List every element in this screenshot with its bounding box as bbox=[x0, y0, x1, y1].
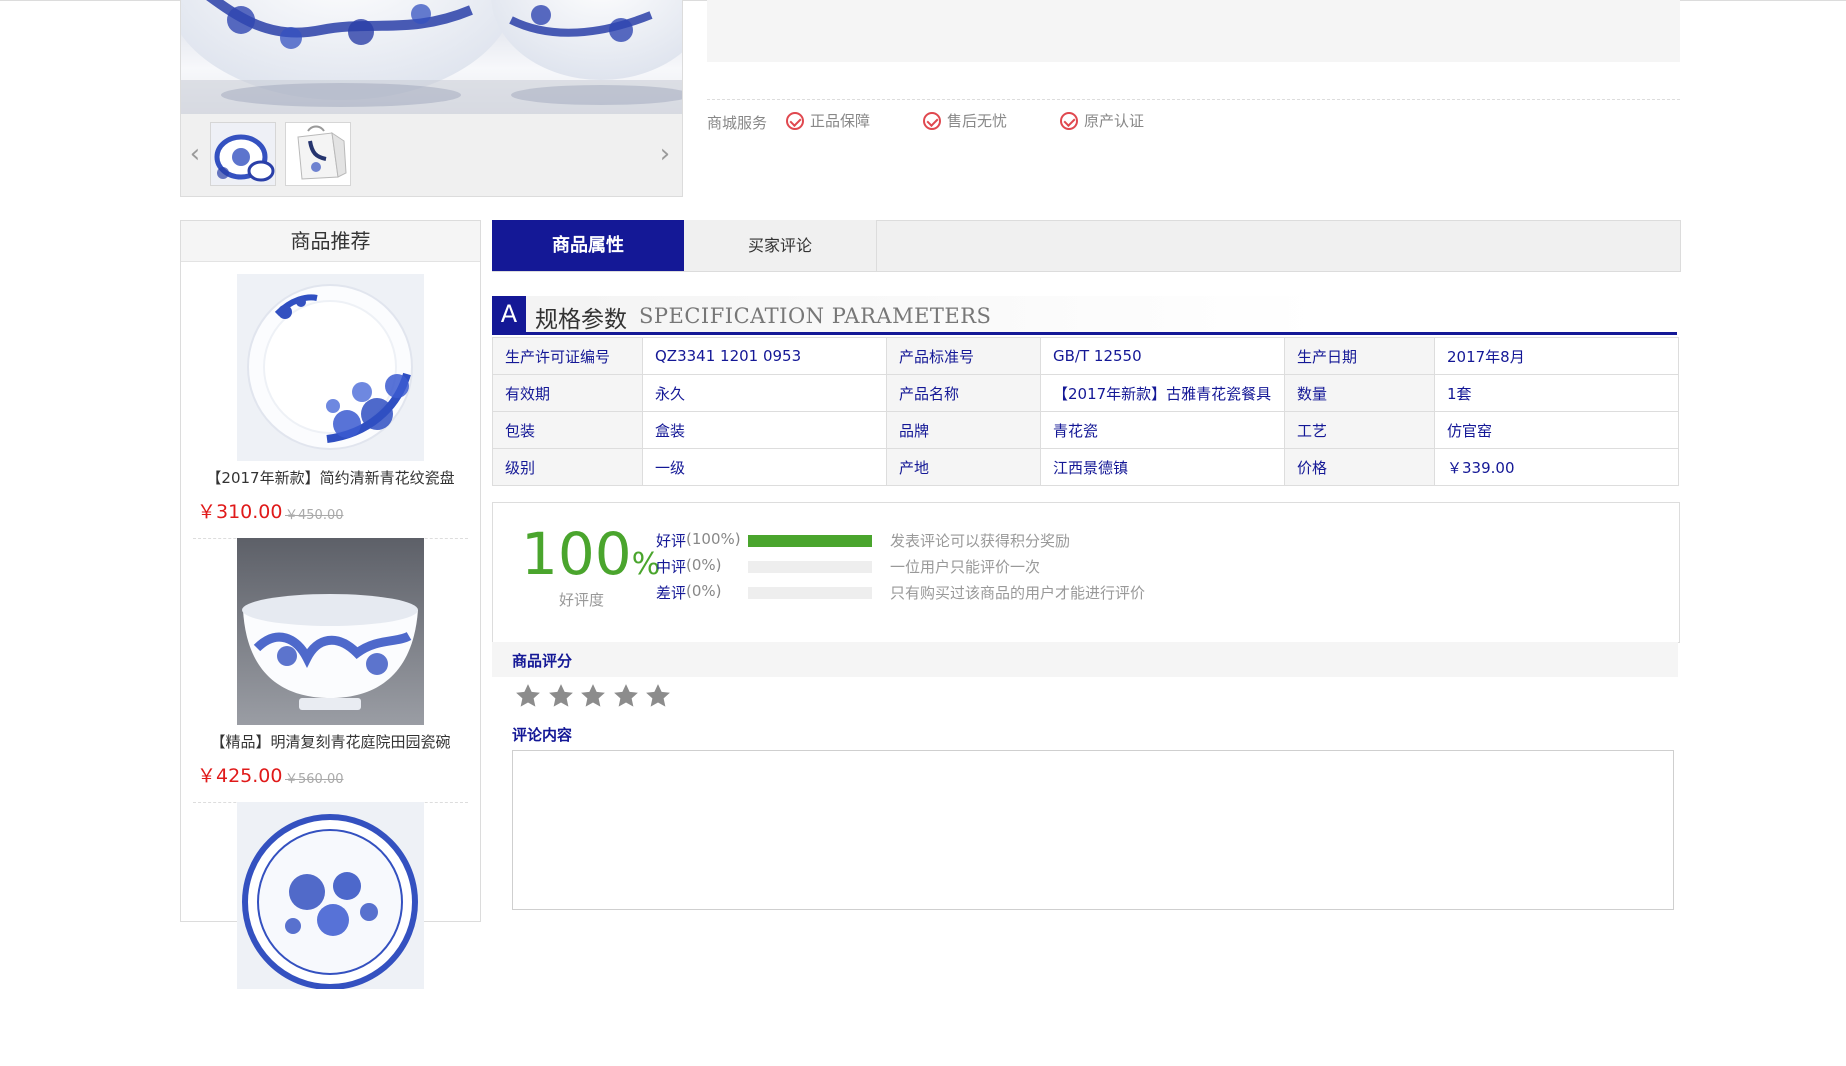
spec-key: 产地 bbox=[886, 448, 1041, 486]
check-circle-icon bbox=[923, 111, 941, 130]
star-icon[interactable] bbox=[513, 681, 545, 713]
product-name[interactable]: 【精品】明清复刻青花庭院田园瓷碗 bbox=[193, 731, 468, 752]
positive-rate: 100% bbox=[521, 520, 661, 588]
spec-value: QZ3341 1201 0953 bbox=[642, 337, 887, 375]
product-price: ￥425.00 bbox=[197, 765, 283, 787]
product-price: ￥310.00 bbox=[197, 501, 283, 523]
rating-tip: 一位用户只能评价一次 bbox=[890, 558, 1041, 576]
comment-textarea[interactable] bbox=[512, 750, 1674, 910]
tab-reviews[interactable]: 买家评论 bbox=[684, 220, 877, 271]
spec-key: 工艺 bbox=[1284, 411, 1435, 449]
spec-value: 【2017年新款】古雅青花瓷餐具 bbox=[1040, 374, 1285, 412]
score-section-header: 商品评分 bbox=[492, 642, 1678, 677]
spec-value: 青花瓷 bbox=[1040, 411, 1285, 449]
divider bbox=[707, 99, 1680, 100]
table-row: 级别 一级 产地 江西景德镇 价格 ￥339.00 bbox=[492, 448, 1679, 486]
spec-value: 2017年8月 bbox=[1434, 337, 1679, 375]
service-genuine: 正品保障 bbox=[786, 110, 870, 132]
spec-value: 永久 bbox=[642, 374, 887, 412]
spec-value: ￥339.00 bbox=[1434, 448, 1679, 486]
spec-title-en: SPECIFICATION PARAMETERS bbox=[639, 304, 992, 328]
check-circle-icon bbox=[786, 111, 804, 130]
spec-key: 价格 bbox=[1284, 448, 1435, 486]
thumbnail-strip: ‹ › bbox=[181, 114, 682, 196]
detail-tabs: 商品属性 买家评论 bbox=[492, 220, 1681, 272]
recommend-sidebar: 商品推荐 【2017年新款】简约清新青花纹瓷盘 ￥310.00 ￥450.00 bbox=[180, 220, 481, 989]
table-row: 包装 盒装 品牌 青花瓷 工艺 仿官窑 bbox=[492, 411, 1679, 449]
rating-summary: 100% 好评度 好评 (100%) 发表评论可以获得积分奖励 中评 (0%) … bbox=[492, 502, 1680, 643]
rating-bar bbox=[748, 561, 872, 573]
product-old-price: ￥450.00 bbox=[285, 508, 344, 523]
star-icon[interactable] bbox=[611, 681, 643, 713]
product-name[interactable]: 【2017年新款】简约清新青花纹瓷盘 bbox=[193, 467, 468, 488]
chevron-left-icon[interactable]: ‹ bbox=[185, 141, 205, 167]
product-image-plate[interactable] bbox=[237, 274, 424, 461]
rating-percent: (0%) bbox=[686, 556, 722, 574]
product-old-price: ￥560.00 bbox=[285, 772, 344, 787]
star-icon[interactable] bbox=[578, 681, 610, 713]
rating-bar bbox=[748, 587, 872, 599]
spec-key: 数量 bbox=[1284, 374, 1435, 412]
product-image-bowl[interactable] bbox=[237, 538, 424, 725]
spec-key: 品牌 bbox=[886, 411, 1041, 449]
rating-percent: (100%) bbox=[686, 530, 741, 548]
spec-value: 仿官窑 bbox=[1434, 411, 1679, 449]
spec-key: 包装 bbox=[492, 411, 643, 449]
thumbnail-2[interactable] bbox=[285, 122, 351, 186]
spec-key: 生产许可证编号 bbox=[492, 337, 643, 375]
spec-key: 产品名称 bbox=[886, 374, 1041, 412]
rating-percent: (0%) bbox=[686, 582, 722, 600]
rating-name: 好评 bbox=[656, 532, 687, 550]
rating-tip: 只有购买过该商品的用户才能进行评价 bbox=[890, 584, 1146, 602]
product-gallery: ‹ › bbox=[180, 0, 683, 197]
star-icon[interactable] bbox=[643, 681, 675, 713]
services-label: 商城服务 bbox=[707, 114, 768, 132]
rating-name: 中评 bbox=[656, 558, 687, 576]
spec-value: 盒装 bbox=[642, 411, 887, 449]
spec-value: 1套 bbox=[1434, 374, 1679, 412]
list-item[interactable] bbox=[193, 802, 468, 1066]
score-title: 商品评分 bbox=[512, 652, 573, 670]
table-row: 有效期 永久 产品名称 【2017年新款】古雅青花瓷餐具 数量 1套 bbox=[492, 374, 1679, 412]
spec-key: 生产日期 bbox=[1284, 337, 1435, 375]
list-item[interactable]: 【2017年新款】简约清新青花纹瓷盘 ￥310.00 ￥450.00 bbox=[193, 274, 468, 539]
sidebar-title: 商品推荐 bbox=[181, 221, 480, 262]
spec-letter-badge: A bbox=[492, 296, 526, 332]
thumbnail-1[interactable] bbox=[210, 122, 276, 186]
product-image-plate-3[interactable] bbox=[237, 802, 424, 989]
check-circle-icon bbox=[1060, 111, 1078, 130]
main-product-image[interactable] bbox=[181, 0, 682, 114]
rating-tip: 发表评论可以获得积分奖励 bbox=[890, 532, 1071, 550]
spec-value: 一级 bbox=[642, 448, 887, 486]
spec-key: 级别 bbox=[492, 448, 643, 486]
service-after-sales: 售后无忧 bbox=[923, 110, 1007, 132]
list-item[interactable]: 【精品】明清复刻青花庭院田园瓷碗 ￥425.00 ￥560.00 bbox=[193, 538, 468, 803]
chevron-right-icon[interactable]: › bbox=[655, 141, 675, 167]
spec-key: 有效期 bbox=[492, 374, 643, 412]
spec-value: 江西景德镇 bbox=[1040, 448, 1285, 486]
product-info-box bbox=[707, 0, 1680, 62]
positive-rate-label: 好评度 bbox=[559, 591, 605, 609]
rating-bar bbox=[748, 535, 872, 547]
star-rating bbox=[513, 681, 676, 713]
tab-attributes[interactable]: 商品属性 bbox=[492, 220, 684, 271]
spec-value: GB/T 12550 bbox=[1040, 337, 1285, 375]
spec-header: A 规格参数 SPECIFICATION PARAMETERS bbox=[492, 296, 1677, 335]
spec-title: 规格参数 bbox=[535, 307, 627, 333]
spec-key: 产品标准号 bbox=[886, 337, 1041, 375]
spec-table: 生产许可证编号 QZ3341 1201 0953 产品标准号 GB/T 1255… bbox=[492, 337, 1679, 486]
star-icon[interactable] bbox=[546, 681, 578, 713]
service-origin: 原产认证 bbox=[1060, 110, 1144, 132]
comment-title: 评论内容 bbox=[512, 726, 573, 744]
table-row: 生产许可证编号 QZ3341 1201 0953 产品标准号 GB/T 1255… bbox=[492, 337, 1679, 375]
rating-name: 差评 bbox=[656, 584, 687, 602]
